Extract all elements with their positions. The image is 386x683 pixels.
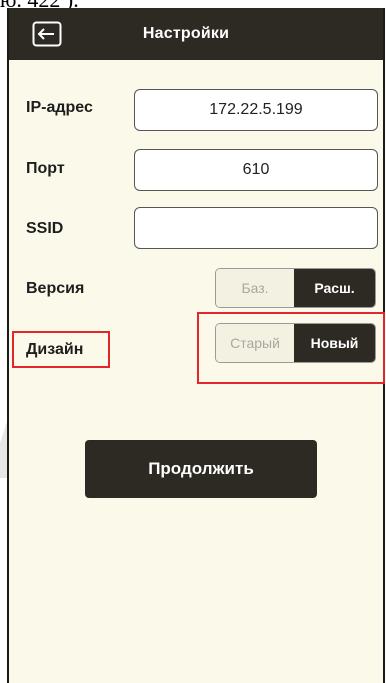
version-option-extended[interactable]: Расш. <box>294 269 375 307</box>
version-option-basic[interactable]: Баз. <box>216 269 294 307</box>
design-label: Дизайн <box>26 341 84 358</box>
page-title: Настройки <box>142 25 230 42</box>
ip-address-label: IP-адрес <box>26 99 93 116</box>
version-toggle[interactable]: Баз. Расш. <box>215 268 376 308</box>
port-label: Порт <box>26 160 65 177</box>
design-option-old[interactable]: Старый <box>216 324 294 362</box>
port-input[interactable] <box>134 149 378 191</box>
document-caption-fragment: ю. 422 ). <box>0 0 79 11</box>
title-bar: Настройки <box>9 8 383 60</box>
version-label: Версия <box>26 280 85 297</box>
app-screen: Настройки IP-адрес Порт SSID Версия Баз.… <box>7 8 385 683</box>
ssid-label: SSID <box>26 220 64 237</box>
design-toggle[interactable]: Старый Новый <box>215 323 376 363</box>
continue-button[interactable]: Продолжить <box>85 440 317 498</box>
design-option-new[interactable]: Новый <box>294 324 375 362</box>
ssid-input[interactable] <box>134 207 378 249</box>
ip-address-input[interactable] <box>134 89 378 131</box>
